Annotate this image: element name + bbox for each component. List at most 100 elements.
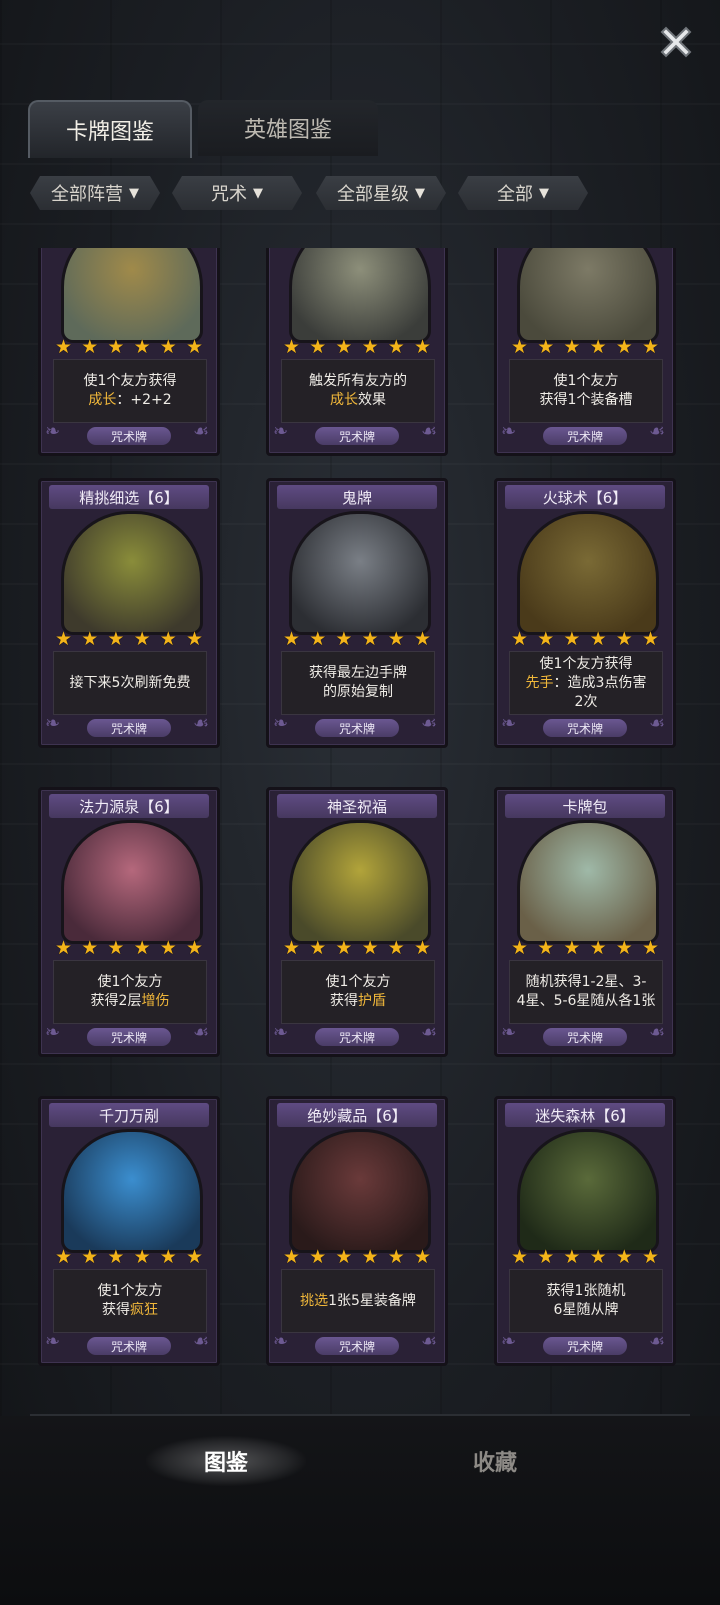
scroll-ornament-icon: ❧: [501, 1331, 517, 1352]
star-icon: ★: [55, 336, 73, 358]
star-icon: ★: [589, 336, 607, 358]
card-name: 千刀万剐: [49, 1103, 209, 1127]
card-name: 法力源泉【6】: [49, 794, 209, 818]
spell-card[interactable]: 迷失森林【6】 ★ ★ ★ ★ ★ ★ 获得1张随机 6星随从牌 ❧ ☙ 咒术牌: [494, 1096, 676, 1366]
star-icon: ★: [107, 937, 125, 959]
spell-card[interactable]: 火球术【6】 ★ ★ ★ ★ ★ ★ 使1个友方获得 先手：造成3点伤害 2次 ❧ ☙ 咒术牌: [494, 478, 676, 748]
dropdown-triangle-icon: ▼: [129, 185, 139, 201]
spell-card[interactable]: 绝妙藏品【6】 ★ ★ ★ ★ ★ ★ 挑选1张5星装备牌 ❧ ☙ 咒术牌: [266, 1096, 448, 1366]
scroll-ornament-icon: ☙: [421, 713, 438, 734]
card-name: 鬼牌: [277, 485, 437, 509]
close-button[interactable]: [652, 18, 700, 66]
scroll-ornament-icon: ☙: [193, 421, 210, 442]
star-icon: ★: [589, 1246, 607, 1268]
star-icon: ★: [185, 336, 203, 358]
star-icon: ★: [563, 628, 581, 650]
star-icon: ★: [159, 1246, 177, 1268]
star-icon: ★: [537, 628, 555, 650]
wrapped-relic-icon: [289, 1129, 431, 1253]
star-icon: ★: [159, 937, 177, 959]
star-icon: ★: [107, 628, 125, 650]
card-name: 火球术【6】: [505, 485, 665, 509]
filter-bar: 全部阵营 ▼ 咒术 ▼ 全部星级 ▼ 全部 ▼: [30, 176, 690, 212]
card-description: 获得1张随机 6星随从牌: [509, 1269, 663, 1333]
card-type-label: 咒术牌: [543, 1028, 627, 1046]
dropdown-triangle-icon: ▼: [539, 185, 549, 201]
description-line: 获得最左边手牌: [309, 665, 407, 681]
blades-icon: [61, 1129, 203, 1253]
tab-hero-codex[interactable]: 英雄图鉴: [198, 100, 378, 156]
star-rating: ★ ★ ★ ★ ★ ★: [55, 938, 203, 958]
scroll-ornament-icon: ☙: [649, 1022, 666, 1043]
star-rating: ★ ★ ★ ★ ★ ★: [55, 629, 203, 649]
scroll-ornament-icon: ❧: [45, 1022, 61, 1043]
star-icon: ★: [309, 628, 327, 650]
star-icon: ★: [335, 937, 353, 959]
star-icon: ★: [615, 937, 633, 959]
description-line: 6星随从牌: [553, 1302, 619, 1318]
spell-card[interactable]: 鬼牌 ★ ★ ★ ★ ★ ★ 获得最左边手牌 的原始复制 ❧ ☙ 咒术牌: [266, 478, 448, 748]
filter-label: 全部星级: [337, 184, 409, 205]
scroll-ornament-icon: ❧: [501, 713, 517, 734]
tab-card-codex[interactable]: 卡牌图鉴: [28, 100, 192, 158]
star-icon: ★: [511, 336, 529, 358]
card-name: 迷失森林【6】: [505, 1103, 665, 1127]
star-icon: ★: [511, 937, 529, 959]
spell-card[interactable]: 卡牌包 ★ ★ ★ ★ ★ ★ 随机获得1-2星、3- 4星、5-6星随从各1张 ❧ ☙ 咒术牌: [494, 787, 676, 1057]
star-icon: ★: [537, 937, 555, 959]
card-grid-viewport[interactable]: ★ ★ ★ ★ ★ ★ 使1个友方获得 成长：+2+2 ❧ ☙ 咒术牌 ★ ★ ★ ★ ★ ★ 触发所有友方的 成长…: [0, 248, 720, 1398]
star-icon: ★: [511, 1246, 529, 1268]
scroll-ornament-icon: ☙: [421, 1331, 438, 1352]
nav-tab-codex[interactable]: 图鉴: [146, 1436, 306, 1486]
star-icon: ★: [361, 628, 379, 650]
star-icon: ★: [81, 1246, 99, 1268]
scroll-ornament-icon: ☙: [193, 1022, 210, 1043]
scroll-ornament-icon: ☙: [421, 1022, 438, 1043]
tab-bar: 卡牌图鉴 英雄图鉴: [28, 100, 688, 158]
description-line: 获得2层增伤: [90, 993, 170, 1009]
card-type-label: 咒术牌: [543, 427, 627, 445]
star-rating: ★ ★ ★ ★ ★ ★: [511, 938, 659, 958]
star-icon: ★: [133, 1246, 151, 1268]
spell-card[interactable]: 千刀万剐 ★ ★ ★ ★ ★ ★ 使1个友方 获得疯狂 ❧ ☙ 咒术牌: [38, 1096, 220, 1366]
star-icon: ★: [563, 1246, 581, 1268]
star-rating: ★ ★ ★ ★ ★ ★: [283, 337, 431, 357]
scroll-ornament-icon: ☙: [421, 421, 438, 442]
star-icon: ★: [413, 628, 431, 650]
nav-tab-collection[interactable]: 收藏: [415, 1436, 575, 1486]
star-icon: ★: [335, 1246, 353, 1268]
gold-bag-icon: [61, 248, 203, 343]
filter-all[interactable]: 全部 ▼: [458, 176, 588, 210]
keyword-highlight: 成长: [88, 392, 117, 408]
magic-pedestal-icon: [517, 248, 659, 343]
filter-type[interactable]: 咒术 ▼: [172, 176, 302, 210]
keyword-highlight: 成长: [330, 392, 358, 408]
card-description: 挑选1张5星装备牌: [281, 1269, 435, 1333]
star-icon: ★: [283, 1246, 301, 1268]
spell-card[interactable]: 精挑细选【6】 ★ ★ ★ ★ ★ ★ 接下来5次刷新免费 ❧ ☙ 咒术牌: [38, 478, 220, 748]
spell-card[interactable]: 法力源泉【6】 ★ ★ ★ ★ ★ ★ 使1个友方 获得2层增伤 ❧ ☙ 咒术牌: [38, 787, 220, 1057]
star-icon: ★: [413, 336, 431, 358]
description-line: 的原始复制: [323, 684, 393, 700]
star-icon: ★: [81, 937, 99, 959]
spell-card[interactable]: 神圣祝福 ★ ★ ★ ★ ★ ★ 使1个友方 获得护盾 ❧ ☙ 咒术牌: [266, 787, 448, 1057]
card-name: 绝妙藏品【6】: [277, 1103, 437, 1127]
scroll-ornament-icon: ❧: [45, 713, 61, 734]
filter-faction[interactable]: 全部阵营 ▼: [30, 176, 160, 210]
star-icon: ★: [615, 1246, 633, 1268]
spell-card[interactable]: ★ ★ ★ ★ ★ ★ 使1个友方获得 成长：+2+2 ❧ ☙ 咒术牌: [38, 248, 220, 456]
card-type-label: 咒术牌: [315, 427, 399, 445]
keyword-highlight: 增伤: [141, 993, 170, 1009]
spell-card[interactable]: ★ ★ ★ ★ ★ ★ 使1个友方 获得1个装备槽 ❧ ☙ 咒术牌: [494, 248, 676, 456]
spell-card[interactable]: ★ ★ ★ ★ ★ ★ 触发所有友方的 成长效果 ❧ ☙ 咒术牌: [266, 248, 448, 456]
description-line: 使1个友方获得: [83, 373, 177, 389]
filter-star-level[interactable]: 全部星级 ▼: [316, 176, 446, 210]
star-icon: ★: [641, 937, 659, 959]
star-icon: ★: [361, 1246, 379, 1268]
star-icon: ★: [537, 336, 555, 358]
star-rating: ★ ★ ★ ★ ★ ★: [55, 1247, 203, 1267]
card-description: 使1个友方 获得1个装备槽: [509, 359, 663, 423]
description-line: 使1个友方: [553, 373, 619, 389]
description-line: 获得护盾: [330, 993, 386, 1009]
card-type-label: 咒术牌: [315, 719, 399, 737]
